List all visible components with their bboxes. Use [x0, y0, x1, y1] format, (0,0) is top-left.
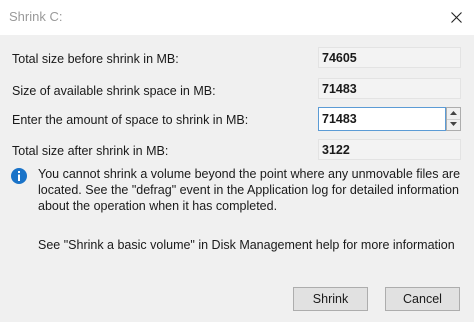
shrink-amount-stepper	[446, 107, 461, 131]
available-space-label: Size of available shrink space in MB:	[12, 84, 216, 98]
chevron-up-icon	[450, 111, 457, 115]
shrink-dialog: Shrink C: Total size before shrink in MB…	[0, 0, 474, 322]
shrink-amount-label: Enter the amount of space to shrink in M…	[12, 113, 249, 127]
close-icon	[451, 12, 462, 23]
cancel-button[interactable]: Cancel	[385, 287, 460, 311]
help-message: See "Shrink a basic volume" in Disk Mana…	[38, 238, 455, 252]
total-after-label: Total size after shrink in MB:	[12, 144, 169, 158]
total-before-value: 74605	[318, 47, 461, 68]
title-bar: Shrink C:	[0, 0, 474, 35]
shrink-amount-input[interactable]: 71483	[318, 107, 446, 131]
total-before-label: Total size before shrink in MB:	[12, 52, 179, 66]
stepper-down-button[interactable]	[447, 119, 460, 130]
shrink-button[interactable]: Shrink	[293, 287, 368, 311]
info-message: You cannot shrink a volume beyond the po…	[38, 167, 461, 213]
total-after-value: 3122	[318, 139, 461, 160]
info-icon	[11, 168, 27, 184]
chevron-down-icon	[450, 122, 457, 126]
close-button[interactable]	[440, 0, 474, 35]
window-title: Shrink C:	[9, 9, 63, 24]
available-space-value: 71483	[318, 78, 461, 99]
